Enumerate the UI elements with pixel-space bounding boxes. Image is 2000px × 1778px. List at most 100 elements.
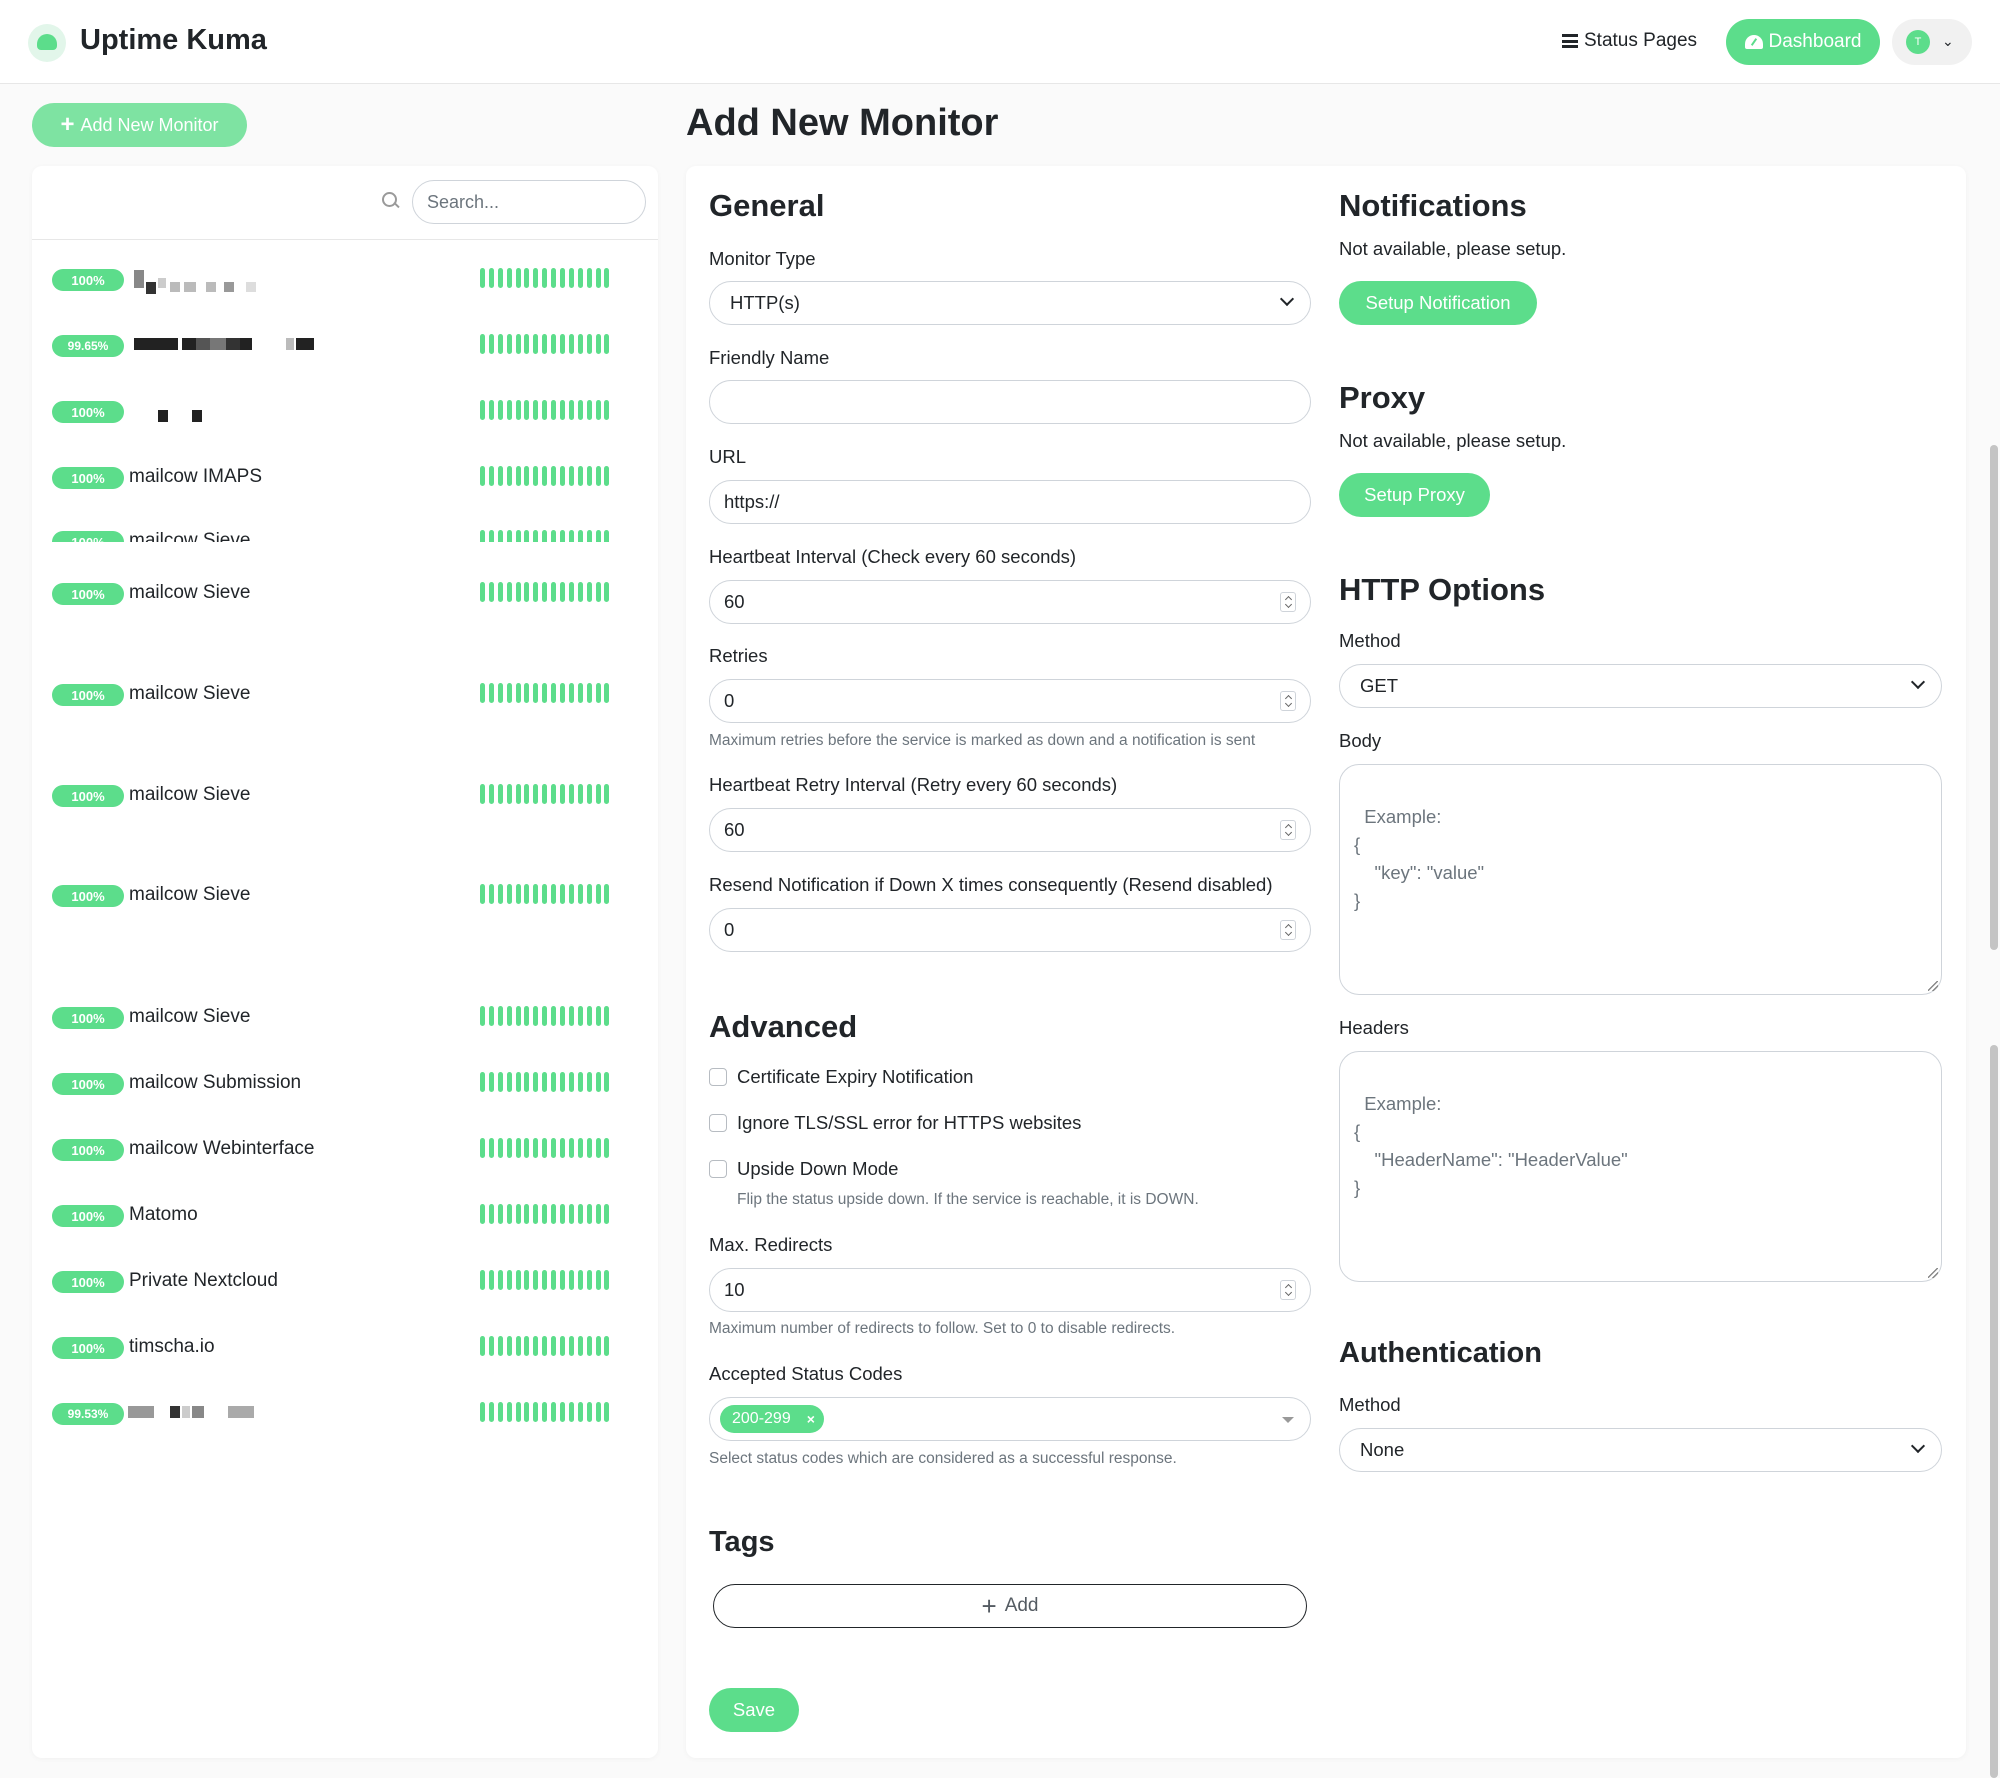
heartbeat-beat[interactable] [604, 582, 610, 602]
cert-expiry-label[interactable]: Certificate Expiry Notification [737, 1066, 973, 1088]
add-new-monitor-button[interactable]: + Add New Monitor [32, 103, 247, 147]
heartbeat-beat[interactable] [488, 1006, 494, 1026]
heartbeat-beat[interactable] [560, 1336, 566, 1356]
heartbeat-beat[interactable] [480, 683, 485, 703]
heartbeat-beat[interactable] [524, 1138, 530, 1158]
heartbeat-beat[interactable] [506, 1204, 512, 1224]
heartbeat-beat[interactable] [551, 683, 557, 703]
heartbeat-beat[interactable] [497, 582, 503, 602]
heartbeat-beat[interactable] [524, 268, 530, 288]
heartbeat-beat[interactable] [586, 530, 592, 542]
heartbeat-beat[interactable] [480, 1270, 485, 1290]
app-title[interactable]: Uptime Kuma [80, 24, 267, 57]
heartbeat-beat[interactable] [497, 1204, 503, 1224]
heartbeat-beat[interactable] [506, 334, 512, 354]
heartbeat-beat[interactable] [506, 466, 512, 486]
logo-icon[interactable] [28, 24, 66, 62]
heartbeat-beat[interactable] [604, 1204, 610, 1224]
monitor-list-item[interactable]: 100% mailcow Sieve [52, 782, 642, 812]
heartbeat-beat[interactable] [515, 1270, 521, 1290]
monitor-list-item[interactable]: 100% mailcow Sieve [52, 580, 642, 610]
heartbeat-beat[interactable] [515, 582, 521, 602]
heartbeat-beat[interactable] [586, 400, 592, 420]
status-codes-multiselect[interactable]: 200-299 × [709, 1397, 1311, 1441]
heartbeat-beat[interactable] [560, 334, 566, 354]
heartbeat-beat[interactable] [551, 582, 557, 602]
heartbeat-beat[interactable] [542, 1138, 548, 1158]
heartbeat-beat[interactable] [560, 683, 566, 703]
auth-method-select[interactable]: None [1339, 1428, 1942, 1472]
heartbeat-beat[interactable] [568, 334, 574, 354]
resize-handle-icon[interactable] [1928, 981, 1938, 991]
heartbeat-beat[interactable] [551, 334, 557, 354]
setup-proxy-button[interactable]: Setup Proxy [1339, 473, 1490, 517]
heartbeat-beat[interactable] [568, 1072, 574, 1092]
heartbeat-beat[interactable] [551, 400, 557, 420]
heartbeat-beat[interactable] [497, 1336, 503, 1356]
heartbeat-beat[interactable] [595, 1402, 601, 1422]
heartbeat-beat[interactable] [488, 683, 494, 703]
heartbeat-beat[interactable] [515, 1402, 521, 1422]
heartbeat-beat[interactable] [542, 582, 548, 602]
heartbeat-beat[interactable] [533, 1402, 539, 1422]
heartbeat-beat[interactable] [595, 530, 601, 542]
heartbeat-beat[interactable] [488, 582, 494, 602]
number-spinner-icon[interactable] [1280, 1280, 1296, 1300]
heartbeat-beat[interactable] [586, 1006, 592, 1026]
heartbeat-beat[interactable] [506, 1072, 512, 1092]
ignore-tls-label[interactable]: Ignore TLS/SSL error for HTTPS websites [737, 1112, 1081, 1134]
heartbeat-beat[interactable] [488, 1204, 494, 1224]
heartbeat-beat[interactable] [480, 334, 485, 354]
monitor-list-item[interactable]: 100% timscha.io [52, 1334, 642, 1364]
heartbeat-beat[interactable] [515, 884, 521, 904]
heartbeat-beat[interactable] [551, 1072, 557, 1092]
heartbeat-beat[interactable] [524, 400, 530, 420]
heartbeat-beat[interactable] [568, 268, 574, 288]
heartbeat-beat[interactable] [488, 884, 494, 904]
heartbeat-beat[interactable] [577, 1006, 583, 1026]
heartbeat-beat[interactable] [604, 1270, 610, 1290]
heartbeat-beat[interactable] [595, 400, 601, 420]
heartbeat-beat[interactable] [560, 268, 566, 288]
heartbeat-beat[interactable] [524, 582, 530, 602]
heartbeat-beat[interactable] [551, 1336, 557, 1356]
heartbeat-beat[interactable] [480, 784, 485, 804]
heartbeat-beat[interactable] [488, 334, 494, 354]
heartbeat-beat[interactable] [533, 1072, 539, 1092]
heartbeat-beat[interactable] [577, 334, 583, 354]
heartbeat-beat[interactable] [480, 1138, 485, 1158]
heartbeat-beat[interactable] [524, 530, 530, 542]
heartbeat-beat[interactable] [551, 884, 557, 904]
heartbeat-beat[interactable] [586, 268, 592, 288]
heartbeat-beat[interactable] [604, 1402, 610, 1422]
heartbeat-beat[interactable] [524, 1270, 530, 1290]
heartbeat-beat[interactable] [506, 1138, 512, 1158]
heartbeat-beat[interactable] [577, 784, 583, 804]
heartbeat-beat[interactable] [515, 1336, 521, 1356]
heartbeat-beat[interactable] [515, 683, 521, 703]
heartbeat-beat[interactable] [595, 466, 601, 486]
heartbeat-beat[interactable] [577, 400, 583, 420]
retry-interval-input[interactable]: 60 [709, 808, 1311, 852]
heartbeat-beat[interactable] [533, 784, 539, 804]
heartbeat-beat[interactable] [488, 1270, 494, 1290]
heartbeat-beat[interactable] [577, 466, 583, 486]
monitor-list-item[interactable]: 99.53% [52, 1400, 642, 1430]
heartbeat-beat[interactable] [595, 582, 601, 602]
heartbeat-beat[interactable] [551, 784, 557, 804]
upside-down-checkbox[interactable] [709, 1160, 727, 1178]
heartbeat-beat[interactable] [604, 683, 610, 703]
heartbeat-beat[interactable] [533, 683, 539, 703]
heartbeat-beat[interactable] [560, 582, 566, 602]
monitor-list-item[interactable]: 100% mailcow Sieve [52, 528, 642, 542]
http-method-select[interactable]: GET [1339, 664, 1942, 708]
heartbeat-beat[interactable] [586, 1138, 592, 1158]
monitor-list-item[interactable]: 100% Matomo [52, 1202, 642, 1232]
heartbeat-beat[interactable] [560, 400, 566, 420]
heartbeat-beat[interactable] [586, 784, 592, 804]
heartbeat-beat[interactable] [533, 400, 539, 420]
dashboard-button[interactable]: Dashboard [1726, 19, 1880, 65]
heartbeat-beat[interactable] [542, 1072, 548, 1092]
heartbeat-beat[interactable] [542, 466, 548, 486]
heartbeat-beat[interactable] [560, 1402, 566, 1422]
